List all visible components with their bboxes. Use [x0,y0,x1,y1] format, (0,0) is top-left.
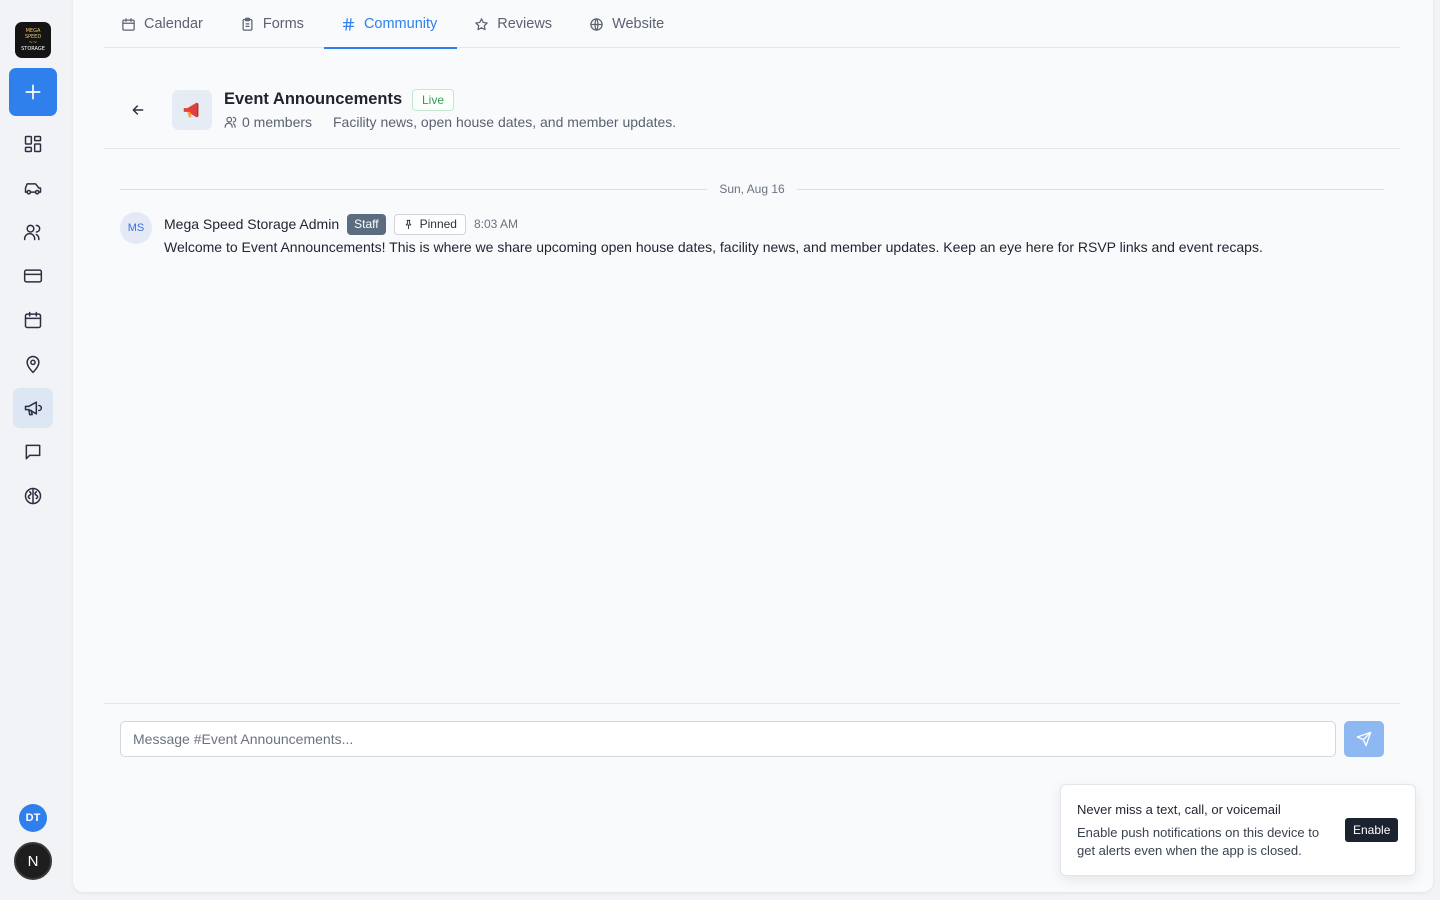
tab-forms[interactable]: Forms [223,0,324,48]
map-pin-icon [26,355,40,374]
top-tabs: Calendar Forms Community Reviews Website [104,0,1400,49]
tab-label: Community [363,16,438,32]
pinned-badge: Pinned [393,213,466,235]
globe-icon [590,17,603,31]
enable-notifications-button[interactable]: Enable [1345,818,1399,842]
member-count[interactable]: 0 members [224,114,312,130]
arrow-left-icon [132,105,144,115]
pin-icon [405,219,411,229]
sidebar-item-vehicles[interactable] [13,168,53,208]
divider-line [120,188,708,190]
sidebar-nav [13,120,53,516]
member-count-label: 0 members [242,114,313,130]
megaphone-icon [24,401,43,416]
account-avatar[interactable]: N [14,842,52,880]
logo-line3: STORAGE [21,46,45,52]
sidebar-bottom: DT N [0,804,66,880]
tab-reviews[interactable]: Reviews [457,0,572,48]
user-avatar[interactable]: DT [19,804,47,832]
tab-label: Forms [262,16,304,32]
sidebar-item-marketing[interactable] [13,388,53,428]
send-icon [1356,731,1372,747]
toast-title: Never miss a text, call, or voicemail [1077,802,1281,817]
status-badge: Live [412,89,455,111]
grid-icon [24,135,42,153]
plus-icon [25,84,41,100]
message-icon [25,444,41,460]
users-icon [23,224,41,241]
channel-emoji-icon [172,90,212,130]
main-panel: Calendar Forms Community Reviews Website… [73,0,1433,892]
toast-body: Enable push notifications on this device… [1077,825,1320,858]
role-badge: Staff [347,213,386,235]
tab-calendar[interactable]: Calendar [104,0,223,48]
tab-label: Reviews [497,16,553,32]
message-input[interactable] [120,721,1336,757]
logo-line1: MEGA SPEED [24,28,42,40]
message-header: Mega Speed Storage Admin Staff Pinned 8:… [164,213,518,235]
channel-description: Facility news, open house dates, and mem… [333,114,677,130]
tab-website[interactable]: Website [572,0,684,48]
channel-header: Event Announcements Live 0 members Facil… [104,48,1400,149]
sidebar-item-calendar[interactable] [13,300,53,340]
tab-community[interactable]: Community [323,0,458,49]
users-icon [224,116,237,128]
message-text: Welcome to Event Announcements! This is … [164,239,1263,255]
hash-icon [342,17,355,31]
calendar-icon [24,311,42,329]
date-divider: Sun, Aug 16 [120,180,1385,198]
sidebar-item-billing[interactable] [13,256,53,296]
date-label: Sun, Aug 16 [719,182,785,196]
channel-title: Event Announcements [224,90,403,108]
brain-icon [24,487,42,505]
clipboard-icon [242,17,253,31]
sidebar-item-ai[interactable] [13,476,53,516]
send-button[interactable] [1344,721,1384,757]
create-new-button[interactable] [9,68,57,116]
car-icon [24,183,42,195]
brand-logo[interactable]: MEGA SPEED ~~ STORAGE [15,22,51,58]
tab-label: Website [612,16,665,32]
calendar-icon [122,17,135,31]
sidebar-item-contacts[interactable] [13,212,53,252]
tab-label: Calendar [144,16,203,32]
credit-card-icon [23,269,43,283]
message-time: 8:03 AM [473,217,518,231]
push-notification-prompt: Never miss a text, call, or voicemail En… [1060,784,1416,876]
sidebar-item-messages[interactable] [13,432,53,472]
pinned-label: Pinned [419,217,457,231]
back-button[interactable] [126,98,150,122]
megaphone-icon [183,102,199,118]
sidebar-item-dashboard[interactable] [13,124,53,164]
message-avatar[interactable]: MS [120,212,152,244]
message-author[interactable]: Mega Speed Storage Admin [164,216,339,232]
divider-line [796,188,1385,190]
sidebar: MEGA SPEED ~~ STORAGE DT N [0,0,66,900]
sidebar-item-locations[interactable] [13,344,53,384]
star-icon [475,17,489,30]
message-composer [104,703,1400,773]
